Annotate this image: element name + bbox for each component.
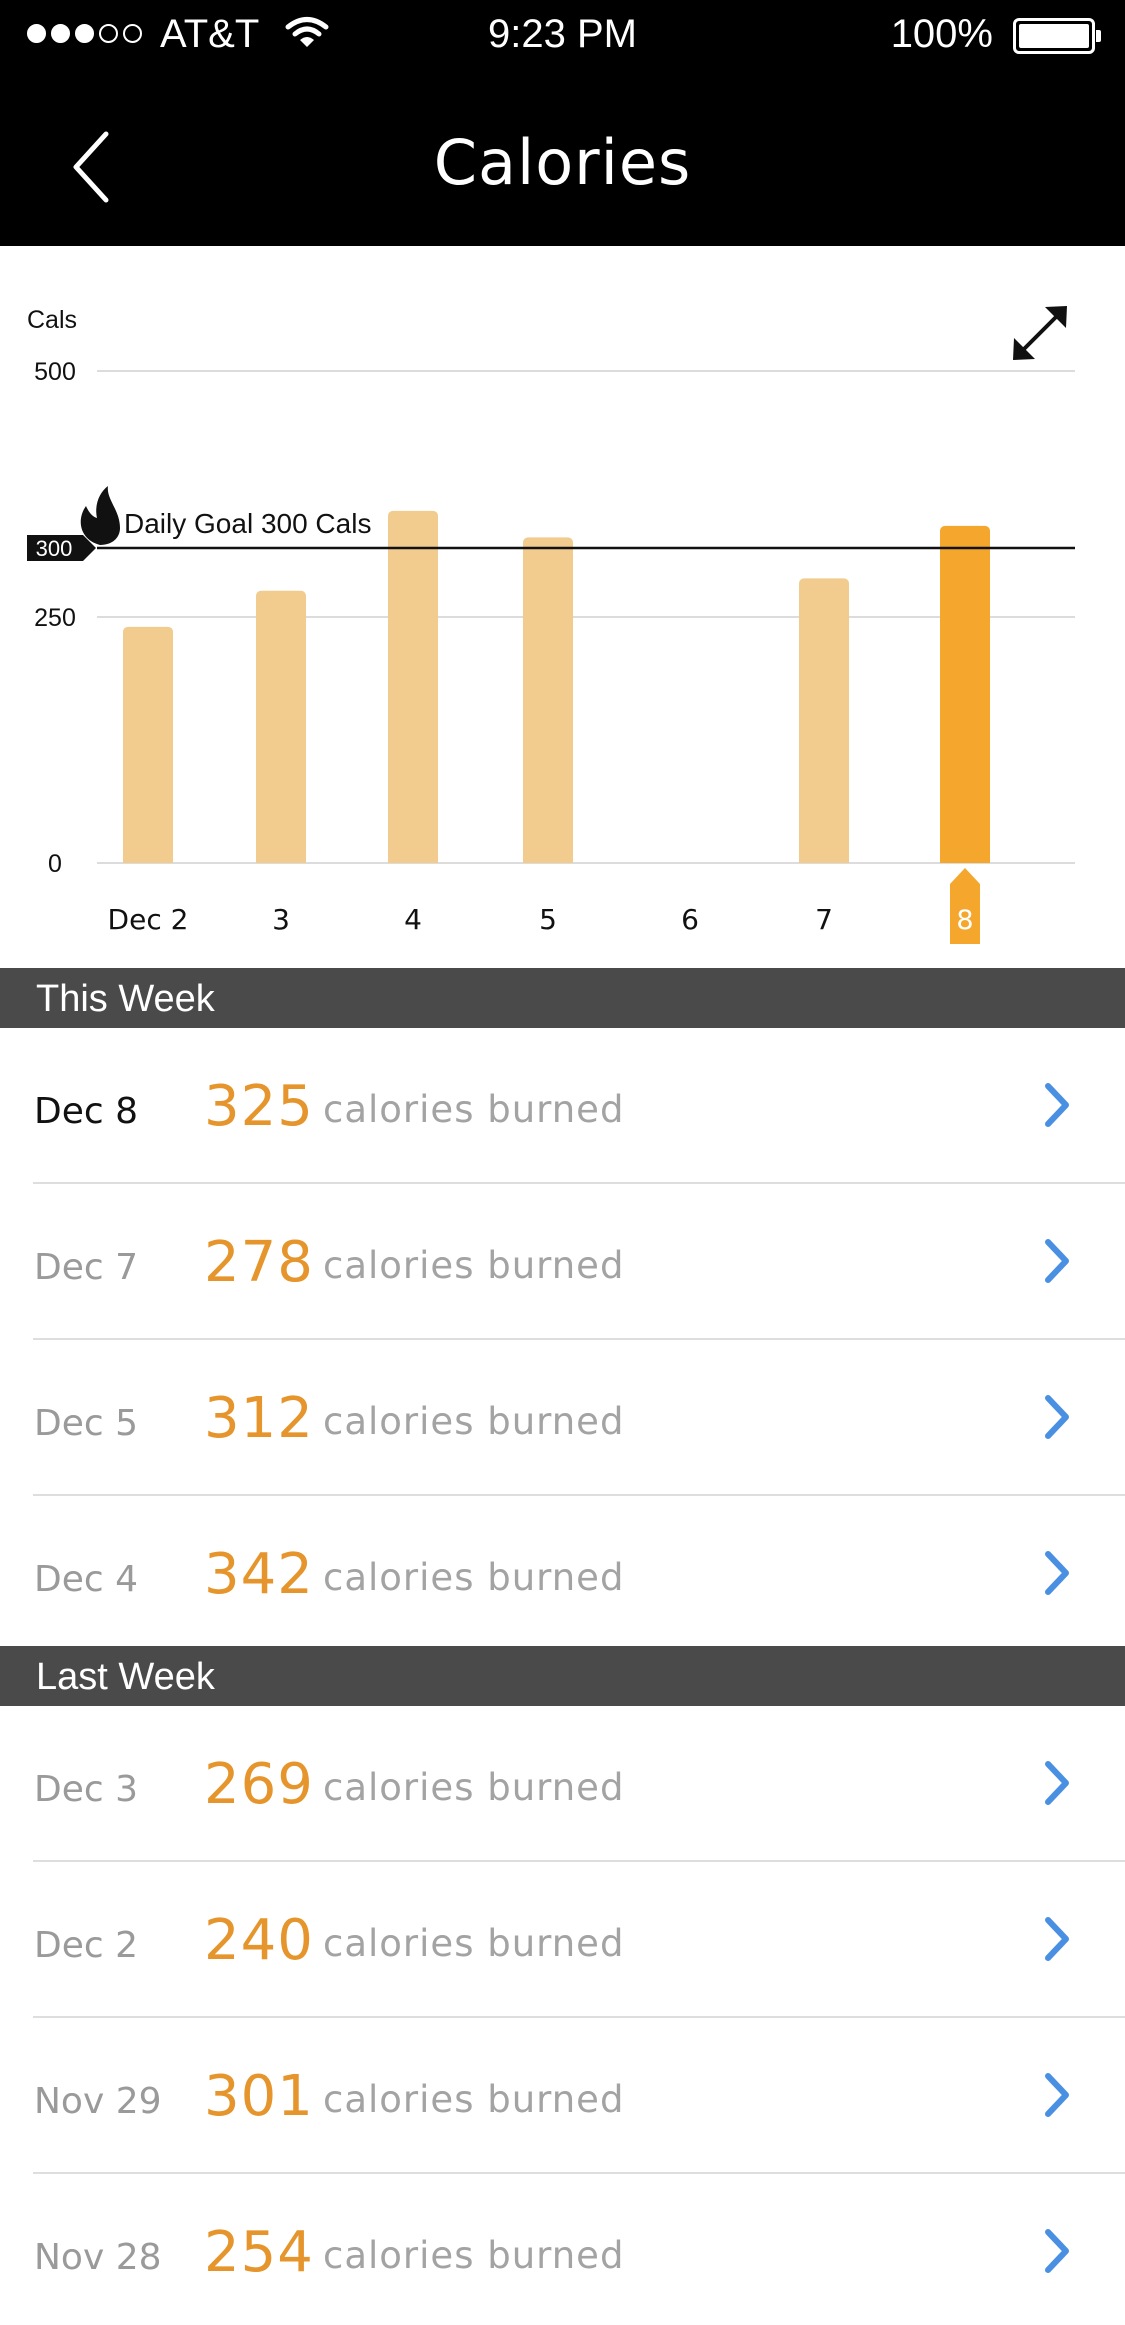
chevron-right-icon[interactable] [1040,2226,1076,2276]
row-date: Dec 2 [34,1924,139,1966]
row-calorie-value: 301 [204,2063,314,2129]
row-label: calories burned [323,1555,625,1599]
x-tick-label: 5 [539,903,557,936]
chevron-right-icon[interactable] [1040,1392,1076,1442]
x-tick-label: 7 [815,903,833,936]
status-bar: AT&T 9:23 PM 100% [0,0,1125,70]
row-label: calories burned [323,1087,625,1131]
row-calorie-value: 342 [204,1541,314,1607]
row-calorie-value: 278 [204,1229,314,1295]
battery-icon [1013,18,1101,54]
x-tick-label: 6 [681,903,699,936]
row-date: Nov 28 [34,2236,162,2278]
bar-base [523,857,573,863]
row-label: calories burned [323,1243,625,1287]
list-item[interactable]: Dec 2 240 calories burned [0,1862,1125,2018]
bar-5 [523,537,573,863]
bar-3 [256,590,306,863]
row-date: Dec 5 [34,1402,139,1444]
expand-arrows-icon [1018,311,1062,355]
x-tick-label-selected: 8 [956,905,973,936]
top-bar: AT&T 9:23 PM 100% Calories [0,0,1125,246]
y-axis-label: Cals [27,306,77,334]
chevron-right-icon[interactable] [1040,2070,1076,2120]
chevron-right-icon[interactable] [1040,1548,1076,1598]
bar-base [388,857,438,863]
battery-percent: 100% [890,12,993,56]
section-header: Last Week [0,1646,1125,1706]
x-tick-label: Dec 2 [108,903,189,936]
row-label: calories burned [323,2233,625,2277]
bar-4 [388,510,438,863]
bar-base [940,857,990,863]
bar-base [799,857,849,863]
bar-base [256,857,306,863]
row-calorie-value: 325 [204,1073,314,1139]
bar-base [123,857,173,863]
bar-dec-2 [123,626,173,863]
row-calorie-value: 312 [204,1385,314,1451]
list-item[interactable]: Nov 28 254 calories burned [0,2174,1125,2325]
row-calorie-value: 269 [204,1751,314,1817]
chevron-right-icon[interactable] [1040,1236,1076,1286]
y-tick-label: 0 [48,850,62,878]
chevron-right-icon[interactable] [1040,1758,1076,1808]
row-date: Dec 4 [34,1558,139,1600]
x-tick-label: 4 [404,903,422,936]
list-item[interactable]: Dec 4 342 calories burned [0,1496,1125,1652]
row-label: calories burned [323,1765,625,1809]
page-title: Calories [433,126,692,199]
list-item[interactable]: Dec 3 269 calories burned [0,1706,1125,1862]
goal-tag-label: 300 [36,536,73,561]
list-item[interactable]: Dec 5 312 calories burned [0,1340,1125,1496]
row-date: Dec 3 [34,1768,139,1810]
bar-7 [799,578,849,863]
list-item[interactable]: Nov 29 301 calories burned [0,2018,1125,2174]
list-item[interactable]: Dec 8 325 calories burned [0,1028,1125,1184]
x-tick-label: 3 [272,903,290,936]
row-label: calories burned [323,1921,625,1965]
row-calorie-value: 240 [204,1907,314,1973]
row-date: Nov 29 [34,2080,162,2122]
row-date: Dec 7 [34,1246,139,1288]
section-header: This Week [0,968,1125,1028]
chevron-right-icon[interactable] [1040,1080,1076,1130]
row-label: calories burned [323,2077,625,2121]
bar-8 [940,525,990,863]
y-tick-label: 250 [34,604,76,632]
list-item[interactable]: Dec 7 278 calories burned [0,1184,1125,1340]
row-label: calories burned [323,1399,625,1443]
row-calorie-value: 254 [204,2219,314,2285]
row-date: Dec 8 [34,1090,139,1132]
goal-label: Daily Goal 300 Cals [124,508,371,539]
y-tick-label: 500 [34,358,76,386]
chart-svg: Cals 0 250 500 300 Daily Goal 300 Cals Dec 2 3 4… [27,306,1075,944]
flame-icon [80,486,120,545]
calories-bar-chart: Cals 0 250 500 300 Daily Goal 300 Cals Dec 2 3 4… [0,246,1125,968]
chevron-right-icon[interactable] [1040,1914,1076,1964]
